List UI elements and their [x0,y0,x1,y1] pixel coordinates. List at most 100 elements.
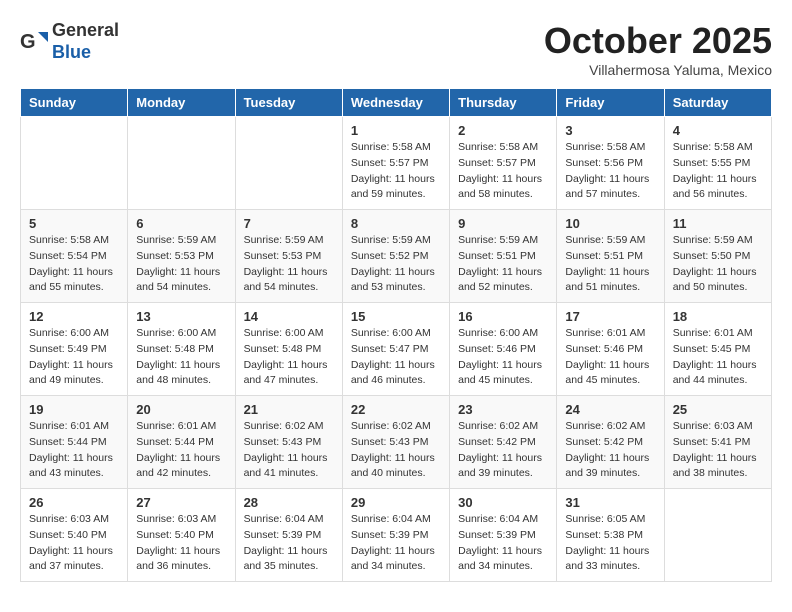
calendar-cell: 30 Sunrise: 6:04 AM Sunset: 5:39 PM Dayli… [450,489,557,582]
day-number: 14 [244,309,334,324]
calendar-cell [128,117,235,210]
logo: G General Blue [20,20,119,63]
day-info: Sunrise: 6:00 AM Sunset: 5:47 PM Dayligh… [351,326,441,389]
calendar-cell: 18 Sunrise: 6:01 AM Sunset: 5:45 PM Dayli… [664,303,771,396]
calendar-cell: 2Sunrise: 5:58 AM Sunset: 5:57 PM Daylig… [450,117,557,210]
day-number: 5 [29,216,119,231]
day-number: 1 [351,123,441,138]
day-info: Sunrise: 5:59 AM Sunset: 5:51 PM Dayligh… [458,233,548,296]
calendar-cell: 20Sunrise: 6:01 AM Sunset: 5:44 PM Dayli… [128,396,235,489]
day-number: 26 [29,495,119,510]
day-info: Sunrise: 6:02 AM Sunset: 5:43 PM Dayligh… [351,419,441,482]
logo-blue-text: Blue [52,42,119,64]
calendar-table: SundayMondayTuesdayWednesdayThursdayFrid… [20,88,772,582]
svg-text:G: G [20,31,36,53]
day-number: 9 [458,216,548,231]
day-info: Sunrise: 5:58 AM Sunset: 5:55 PM Dayligh… [673,140,763,203]
day-info: Sunrise: 5:59 AM Sunset: 5:51 PM Dayligh… [565,233,655,296]
day-number: 3 [565,123,655,138]
calendar-cell: 11 Sunrise: 5:59 AM Sunset: 5:50 PM Dayli… [664,210,771,303]
day-info: Sunrise: 5:59 AM Sunset: 5:50 PM Dayligh… [673,233,763,296]
weekday-header-friday: Friday [557,89,664,117]
calendar-cell: 3 Sunrise: 5:58 AM Sunset: 5:56 PM Daylig… [557,117,664,210]
day-info: Sunrise: 6:03 AM Sunset: 5:40 PM Dayligh… [136,512,226,575]
day-info: Sunrise: 6:02 AM Sunset: 5:43 PM Dayligh… [244,419,334,482]
day-number: 20 [136,402,226,417]
day-number: 17 [565,309,655,324]
day-info: Sunrise: 6:02 AM Sunset: 5:42 PM Dayligh… [458,419,548,482]
day-number: 15 [351,309,441,324]
month-title: October 2025 [544,20,772,62]
day-info: Sunrise: 5:58 AM Sunset: 5:56 PM Dayligh… [565,140,655,203]
day-number: 12 [29,309,119,324]
calendar-cell: 10 Sunrise: 5:59 AM Sunset: 5:51 PM Dayli… [557,210,664,303]
calendar-cell: 29 Sunrise: 6:04 AM Sunset: 5:39 PM Dayli… [342,489,449,582]
day-info: Sunrise: 6:00 AM Sunset: 5:46 PM Dayligh… [458,326,548,389]
day-number: 25 [673,402,763,417]
calendar-cell: 15 Sunrise: 6:00 AM Sunset: 5:47 PM Dayli… [342,303,449,396]
calendar-cell: 26 Sunrise: 6:03 AM Sunset: 5:40 PM Dayli… [21,489,128,582]
day-info: Sunrise: 6:04 AM Sunset: 5:39 PM Dayligh… [351,512,441,575]
calendar-cell [664,489,771,582]
weekday-header-wednesday: Wednesday [342,89,449,117]
location-subtitle: Villahermosa Yaluma, Mexico [544,62,772,78]
logo-icon: G [20,28,48,56]
day-number: 27 [136,495,226,510]
day-number: 2 [458,123,548,138]
calendar-cell: 12Sunrise: 6:00 AM Sunset: 5:49 PM Dayli… [21,303,128,396]
day-number: 6 [136,216,226,231]
day-info: Sunrise: 5:58 AM Sunset: 5:54 PM Dayligh… [29,233,119,296]
day-number: 10 [565,216,655,231]
calendar-cell: 1 Sunrise: 5:58 AM Sunset: 5:57 PM Daylig… [342,117,449,210]
calendar-cell [235,117,342,210]
day-info: Sunrise: 6:03 AM Sunset: 5:41 PM Dayligh… [673,419,763,482]
weekday-header-sunday: Sunday [21,89,128,117]
day-number: 21 [244,402,334,417]
day-number: 18 [673,309,763,324]
day-number: 7 [244,216,334,231]
day-number: 23 [458,402,548,417]
day-info: Sunrise: 5:58 AM Sunset: 5:57 PM Dayligh… [351,140,441,203]
day-info: Sunrise: 5:59 AM Sunset: 5:53 PM Dayligh… [136,233,226,296]
day-info: Sunrise: 5:59 AM Sunset: 5:52 PM Dayligh… [351,233,441,296]
title-block: October 2025 Villahermosa Yaluma, Mexico [544,20,772,78]
day-number: 29 [351,495,441,510]
day-info: Sunrise: 6:01 AM Sunset: 5:46 PM Dayligh… [565,326,655,389]
calendar-cell: 21 Sunrise: 6:02 AM Sunset: 5:43 PM Dayli… [235,396,342,489]
day-number: 31 [565,495,655,510]
calendar-week-row: 26 Sunrise: 6:03 AM Sunset: 5:40 PM Dayli… [21,489,772,582]
day-number: 22 [351,402,441,417]
calendar-cell: 25 Sunrise: 6:03 AM Sunset: 5:41 PM Dayli… [664,396,771,489]
weekday-header-thursday: Thursday [450,89,557,117]
logo-general-text: General [52,20,119,42]
calendar-cell: 24Sunrise: 6:02 AM Sunset: 5:42 PM Dayli… [557,396,664,489]
calendar-cell: 13Sunrise: 6:00 AM Sunset: 5:48 PM Dayli… [128,303,235,396]
day-info: Sunrise: 6:00 AM Sunset: 5:48 PM Dayligh… [136,326,226,389]
calendar-cell: 8Sunrise: 5:59 AM Sunset: 5:52 PM Daylig… [342,210,449,303]
page-header: G General Blue October 2025 Villahermosa… [20,20,772,78]
calendar-cell: 31Sunrise: 6:05 AM Sunset: 5:38 PM Dayli… [557,489,664,582]
day-number: 4 [673,123,763,138]
calendar-cell: 4 Sunrise: 5:58 AM Sunset: 5:55 PM Daylig… [664,117,771,210]
day-number: 30 [458,495,548,510]
weekday-header-row: SundayMondayTuesdayWednesdayThursdayFrid… [21,89,772,117]
weekday-header-monday: Monday [128,89,235,117]
day-info: Sunrise: 6:04 AM Sunset: 5:39 PM Dayligh… [458,512,548,575]
day-info: Sunrise: 6:04 AM Sunset: 5:39 PM Dayligh… [244,512,334,575]
calendar-week-row: 19Sunrise: 6:01 AM Sunset: 5:44 PM Dayli… [21,396,772,489]
day-number: 16 [458,309,548,324]
day-info: Sunrise: 5:59 AM Sunset: 5:53 PM Dayligh… [244,233,334,296]
weekday-header-tuesday: Tuesday [235,89,342,117]
day-number: 28 [244,495,334,510]
calendar-cell: 16 Sunrise: 6:00 AM Sunset: 5:46 PM Dayli… [450,303,557,396]
day-number: 11 [673,216,763,231]
weekday-header-saturday: Saturday [664,89,771,117]
day-info: Sunrise: 6:01 AM Sunset: 5:44 PM Dayligh… [29,419,119,482]
day-info: Sunrise: 6:01 AM Sunset: 5:45 PM Dayligh… [673,326,763,389]
calendar-cell: 5 Sunrise: 5:58 AM Sunset: 5:54 PM Daylig… [21,210,128,303]
calendar-week-row: 1 Sunrise: 5:58 AM Sunset: 5:57 PM Daylig… [21,117,772,210]
calendar-cell: 17 Sunrise: 6:01 AM Sunset: 5:46 PM Dayli… [557,303,664,396]
day-info: Sunrise: 6:02 AM Sunset: 5:42 PM Dayligh… [565,419,655,482]
calendar-cell: 27 Sunrise: 6:03 AM Sunset: 5:40 PM Dayli… [128,489,235,582]
day-info: Sunrise: 6:03 AM Sunset: 5:40 PM Dayligh… [29,512,119,575]
